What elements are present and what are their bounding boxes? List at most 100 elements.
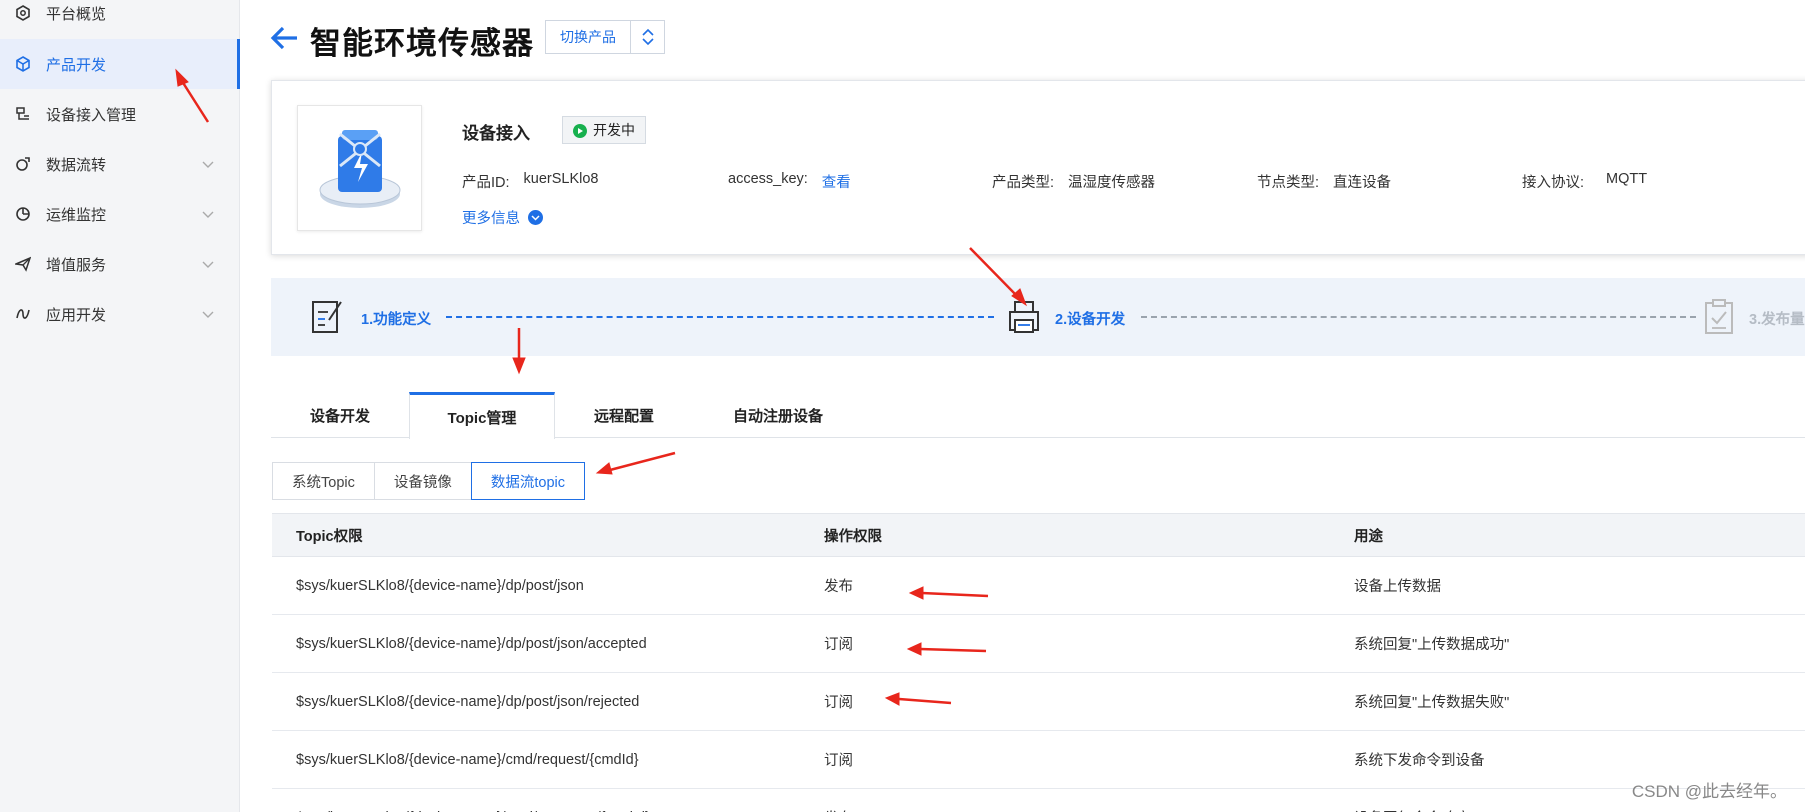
purpose-cell: 设备回复命令响应	[1354, 789, 1470, 812]
annotation-arrowhead	[595, 462, 613, 475]
tab-remote-config[interactable]: 远程配置	[555, 392, 693, 438]
subtab-device-shadow[interactable]: 设备镜像	[373, 462, 472, 500]
topic-cell: $sys/kuerSLKlo8/{device-name}/cmd/reques…	[296, 751, 639, 768]
table-row: $sys/kuerSLKlo8/{device-name}/dp/post/js…	[272, 557, 1805, 615]
monitor-icon	[14, 205, 32, 223]
sidebar-item-app-dev[interactable]: 应用开发	[0, 289, 240, 339]
step-2-label[interactable]: 2.设备开发	[1055, 308, 1125, 329]
column-header: Topic权限	[296, 528, 363, 545]
steps-bar: 1.功能定义 2.设备开发 3.发布量	[271, 278, 1805, 356]
back-arrow-icon[interactable]	[270, 24, 300, 52]
chevron-down-icon	[202, 156, 214, 173]
printer-icon	[1007, 298, 1041, 341]
table-header: Topic权限 操作权限 用途	[272, 513, 1805, 557]
chevron-down-icon	[202, 256, 214, 273]
send-icon	[14, 255, 32, 273]
column-header: 操作权限	[824, 528, 882, 545]
info-label: 接入协议:	[1522, 175, 1585, 191]
watermark: CSDN @此去经年。	[1631, 782, 1787, 801]
sidebar-item-value-added[interactable]: 增值服务	[0, 239, 240, 289]
permission-cell: 订阅	[824, 753, 853, 769]
sidebar-item-overview[interactable]: 平台概览	[0, 0, 240, 38]
purpose-cell: 系统回复"上传数据失败"	[1354, 695, 1510, 711]
sidebar-item-data-flow[interactable]: 数据流转	[0, 139, 240, 189]
tab-device-dev[interactable]: 设备开发	[271, 392, 409, 438]
subtab-dataflow-topic[interactable]: 数据流topic	[470, 462, 585, 500]
card-title: 设备接入	[462, 124, 530, 143]
topic-cell: $sys/kuerSLKlo8/{device-name}/dp/post/js…	[296, 577, 584, 594]
table-row: $sys/kuerSLKlo8/{device-name}/dp/post/js…	[272, 615, 1805, 673]
tab-auto-register[interactable]: 自动注册设备	[693, 392, 863, 438]
info-value: kuerSLKlo8	[523, 171, 599, 187]
tab-topic-management[interactable]: Topic管理	[409, 392, 555, 439]
switch-product-button[interactable]: 切换产品	[545, 20, 665, 54]
cube-icon	[14, 55, 32, 73]
product-image	[297, 105, 422, 231]
step-connector	[446, 316, 994, 318]
table-row: $sys/kuerSLKlo8/{device-name}/dp/post/js…	[272, 673, 1805, 731]
more-info-label: 更多信息	[462, 211, 520, 227]
purpose-cell: 设备上传数据	[1354, 579, 1441, 595]
subtab-system-topic[interactable]: 系统Topic	[272, 462, 375, 500]
info-value: 温湿度传感器	[1068, 175, 1156, 191]
topic-cell: $sys/kuerSLKlo8/{device-name}/dp/post/js…	[296, 693, 640, 710]
sidebar-item-label: 应用开发	[46, 306, 107, 324]
chevron-down-icon	[202, 306, 214, 323]
view-access-key-link[interactable]: 查看	[822, 171, 851, 192]
sidebar-item-label: 平台概览	[46, 5, 107, 23]
overview-icon	[14, 4, 32, 22]
info-value: MQTT	[1606, 171, 1648, 187]
sidebar-item-product-dev[interactable]: 产品开发	[0, 39, 240, 89]
permission-cell: 订阅	[824, 637, 853, 653]
chevron-down-icon	[202, 206, 214, 223]
sidebar-item-monitor[interactable]: 运维监控	[0, 189, 240, 239]
product-info-card: 设备接入 开发中 产品ID: kuerSLKlo8 access_key: 查看…	[271, 80, 1805, 255]
data-flow-icon	[14, 155, 32, 173]
checklist-icon	[1703, 298, 1735, 341]
purpose-cell: 系统下发命令到设备	[1354, 753, 1485, 769]
more-info-link[interactable]: 更多信息	[462, 207, 543, 228]
chevron-down-icon	[528, 210, 543, 225]
info-access-key: access_key: 查看	[728, 171, 851, 192]
permission-cell: 订阅	[824, 695, 853, 711]
info-label: 产品ID:	[462, 175, 510, 191]
info-node-type: 节点类型: 直连设备	[1257, 171, 1391, 192]
info-product-type: 产品类型: 温湿度传感器	[992, 171, 1155, 192]
play-status-icon	[573, 124, 587, 138]
status-badge: 开发中	[562, 116, 646, 144]
annotation-arrowhead	[512, 357, 526, 375]
annotation-arrow	[609, 451, 676, 472]
info-protocol: 接入协议: MQTT	[1522, 171, 1647, 192]
column-header: 用途	[1354, 528, 1383, 545]
chevron-updown-icon[interactable]	[631, 21, 664, 53]
sidebar-item-label: 增值服务	[46, 256, 107, 274]
info-label: access_key:	[728, 171, 808, 187]
table-row: $sys/kuerSLKlo8/{device-name}/cmd/respon…	[272, 789, 1805, 812]
tab-bar: 设备开发 Topic管理 远程配置 自动注册设备	[271, 392, 1805, 439]
purpose-cell: 系统回复"上传数据成功"	[1354, 637, 1510, 653]
topic-cell: $sys/kuerSLKlo8/{device-name}/cmd/respon…	[296, 789, 650, 812]
topic-table: Topic权限 操作权限 用途 $sys/kuerSLKlo8/{device-…	[272, 513, 1805, 812]
sidebar-item-label: 设备接入管理	[46, 106, 137, 124]
table-row: $sys/kuerSLKlo8/{device-name}/cmd/reques…	[272, 731, 1805, 789]
sidebar-item-label: 产品开发	[46, 56, 107, 74]
document-edit-icon	[311, 298, 343, 341]
permission-cell: 发布	[824, 579, 853, 595]
switch-product-label: 切换产品	[546, 21, 631, 53]
info-label: 节点类型:	[1257, 175, 1320, 191]
permission-cell: 发布	[824, 789, 853, 812]
page-title: 智能环境传感器	[310, 26, 534, 61]
subtab-group: 系统Topic 设备镜像 数据流topic	[272, 462, 585, 500]
step-1-label[interactable]: 1.功能定义	[361, 308, 431, 329]
step-3-label[interactable]: 3.发布量	[1749, 308, 1805, 329]
info-value: 直连设备	[1333, 175, 1392, 191]
sidebar-item-label: 数据流转	[46, 156, 107, 174]
status-text: 开发中	[593, 122, 635, 138]
info-label: 产品类型:	[992, 175, 1055, 191]
sidebar: 平台概览 产品开发 设备接入管理 数据流转 运维监控 增值服务 应用开发	[0, 0, 240, 812]
app-dev-icon	[14, 305, 32, 323]
device-access-icon	[14, 105, 32, 123]
sidebar-item-device-access[interactable]: 设备接入管理	[0, 89, 240, 139]
topic-cell: $sys/kuerSLKlo8/{device-name}/dp/post/js…	[296, 635, 647, 652]
step-connector	[1141, 316, 1696, 318]
